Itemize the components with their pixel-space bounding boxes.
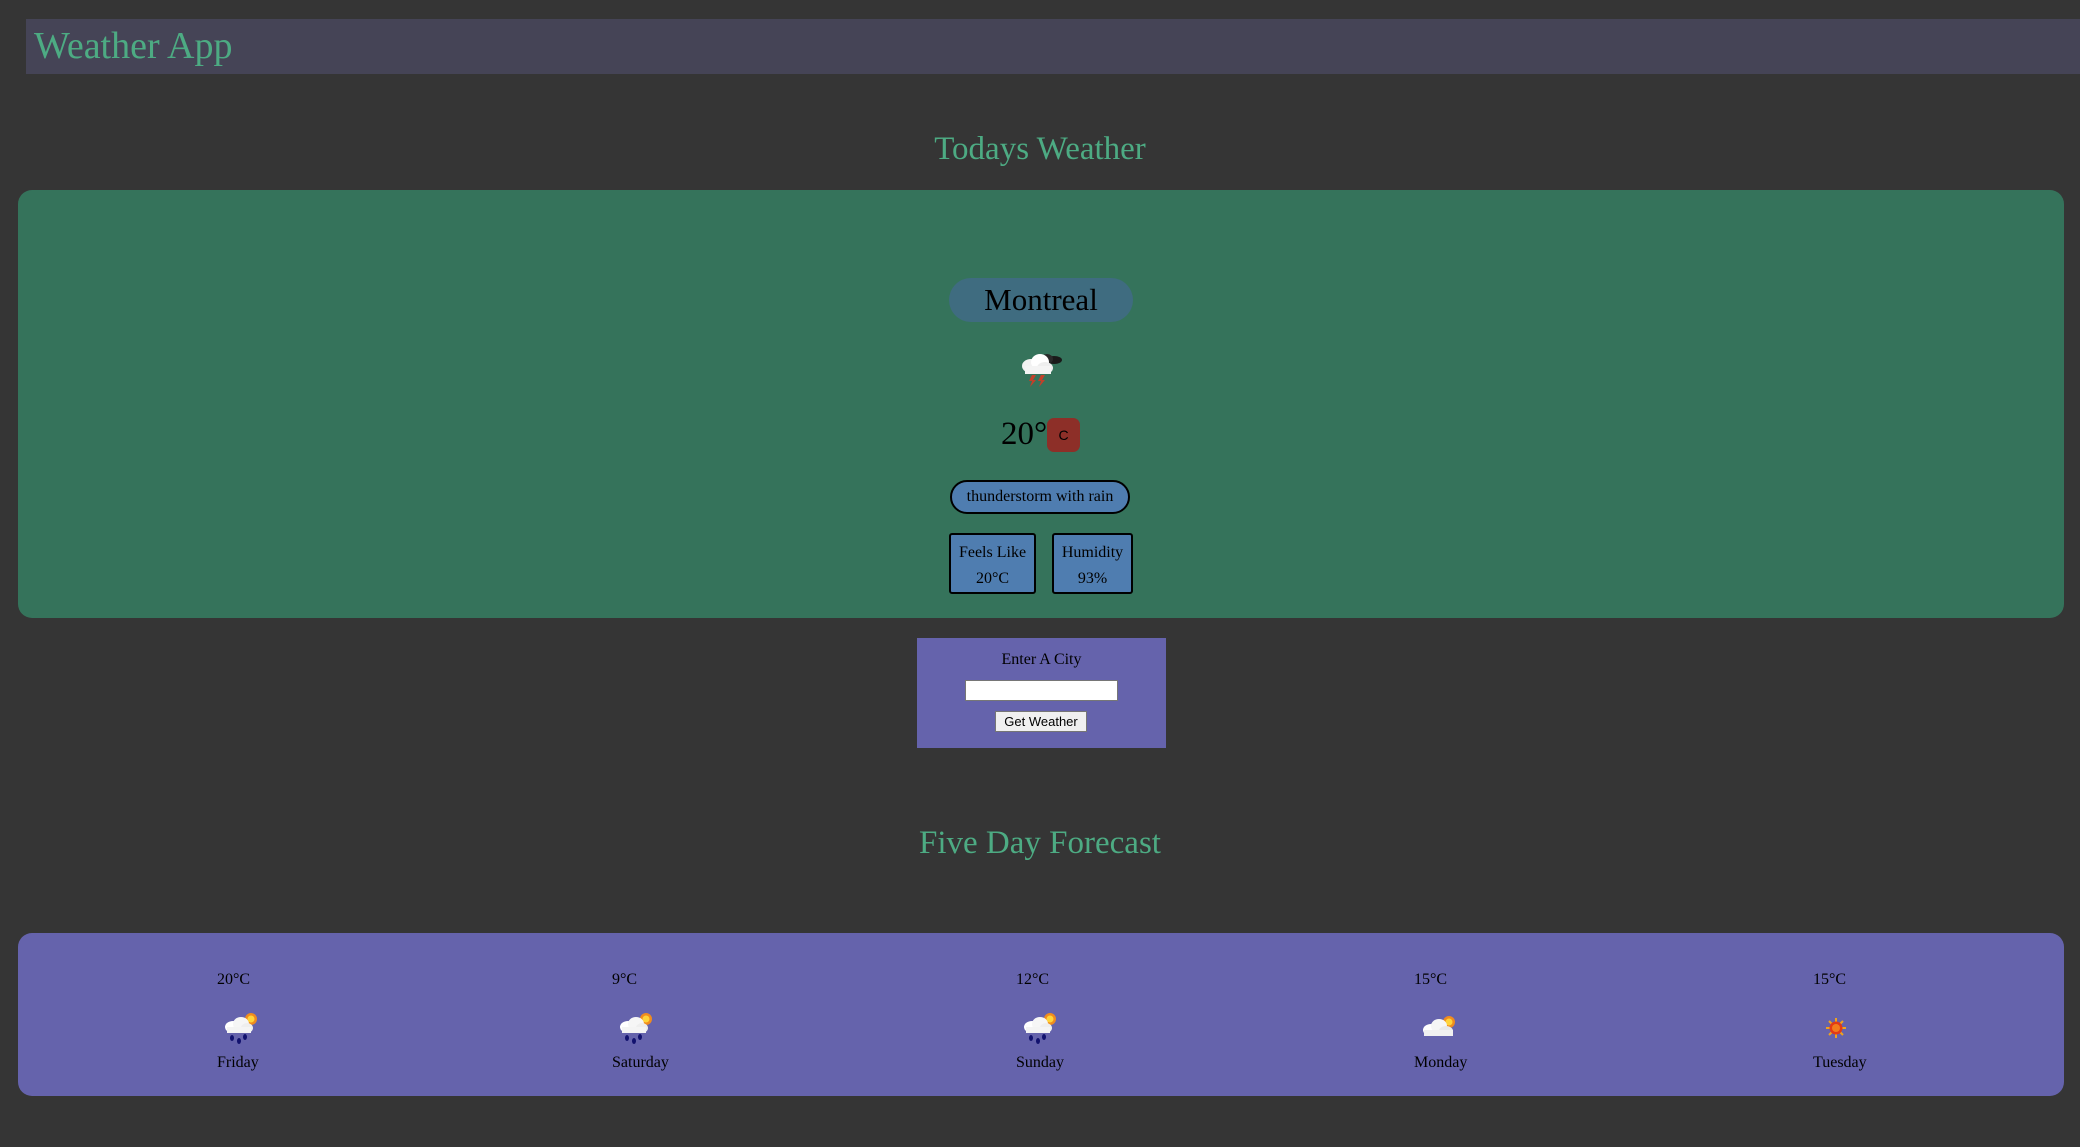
forecast-temperature: 9°C [612,971,638,988]
five-day-forecast-heading: Five Day Forecast [919,825,1161,861]
city-name: Montreal [949,278,1133,322]
city-search-label: Enter A City [1001,651,1082,668]
forecast-day-card: 12°C Sunday [1016,933,1136,1096]
thunderstorm-rain-icon [1022,354,1062,387]
forecast-day-card: 9°C Saturday [612,933,732,1096]
forecast-day-card: 15°C Monday [1414,933,1534,1096]
current-temperature: 20° [1001,416,1048,452]
rain-sun-icon [225,1013,257,1044]
forecast-day-name: Sunday [1016,1054,1064,1071]
unit-toggle-button[interactable]: C [1047,418,1080,452]
cloud-sun-icon [1423,1016,1455,1036]
sun-icon [1826,1018,1846,1038]
app-header: Weather App [26,19,2080,74]
forecast-panel: 20°C Friday 9°C Saturday 12°C Sunday 15°… [18,933,2064,1096]
humidity-value: 93% [1077,570,1108,587]
forecast-day-card: 20°C Friday [217,933,337,1096]
feels-like-label: Feels Like [958,544,1027,561]
forecast-day-name: Friday [217,1054,259,1071]
rain-sun-icon [1024,1013,1056,1044]
forecast-temperature: 20°C [217,971,251,988]
weather-condition: thunderstorm with rain [950,480,1130,514]
forecast-temperature: 15°C [1414,971,1448,988]
city-input[interactable] [965,680,1118,701]
forecast-day-name: Tuesday [1813,1054,1867,1071]
app-title: Weather App [34,25,233,67]
forecast-day-name: Monday [1414,1054,1468,1071]
forecast-temperature: 12°C [1016,971,1050,988]
forecast-day-name: Saturday [612,1054,669,1071]
forecast-temperature: 15°C [1813,971,1847,988]
humidity-label: Humidity [1061,544,1124,561]
city-search-panel: Enter A City Get Weather [917,638,1166,748]
feels-like-value: 20°C [975,570,1010,587]
forecast-day-card: 15°C Tuesday [1813,933,1933,1096]
humidity-box: Humidity 93% [1052,533,1133,594]
todays-weather-card: Montreal 20° C thunderstorm with rain Fe… [18,190,2064,618]
todays-weather-heading: Todays Weather [934,131,1146,167]
rain-sun-icon [620,1013,652,1044]
feels-like-box: Feels Like 20°C [949,533,1036,594]
temperature-row: 20° C [18,414,2064,454]
get-weather-button[interactable]: Get Weather [995,711,1087,732]
